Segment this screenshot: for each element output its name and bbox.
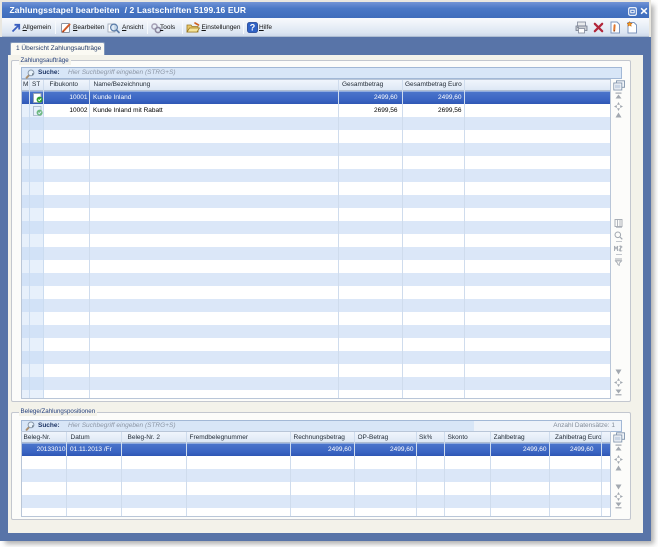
svg-text:?: ? bbox=[249, 22, 255, 32]
